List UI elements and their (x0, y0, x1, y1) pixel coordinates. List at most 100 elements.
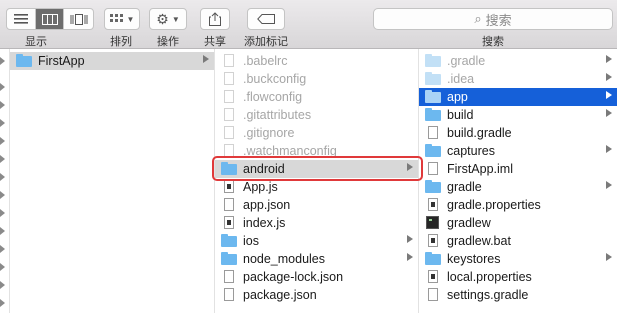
add-tag-button[interactable] (247, 8, 285, 30)
item-name: local.properties (447, 270, 532, 284)
disclosure-arrow-icon (0, 173, 5, 181)
disclosure-arrow-icon (606, 73, 612, 81)
column-view-icon[interactable] (35, 9, 65, 29)
item-name: .idea (447, 72, 475, 86)
chevron-down-icon: ▼ (126, 14, 135, 24)
disclosure-arrow-icon (0, 57, 5, 65)
coverflow-view-icon[interactable] (64, 9, 93, 29)
col3-item[interactable]: local.properties (419, 268, 617, 286)
folder-icon (221, 162, 237, 176)
disclosure-arrow-icon (0, 101, 5, 109)
col3-item[interactable]: gradlew (419, 214, 617, 232)
document-icon (221, 72, 237, 86)
disclosure-arrow-icon (606, 55, 612, 63)
col3-item[interactable]: build (419, 106, 617, 124)
document-icon (221, 144, 237, 158)
col3-item[interactable]: app (419, 88, 617, 106)
disclosure-arrow-icon (0, 209, 5, 217)
disclosure-arrow-icon (407, 235, 413, 243)
disclosure-arrow-icon (0, 137, 5, 145)
folder-icon (425, 108, 441, 122)
disclosure-arrow-icon (0, 227, 5, 235)
column-firstapp: .babelrc .buckconfig .flowconfig .gitattrib… (215, 49, 419, 313)
col3-item[interactable]: captures (419, 142, 617, 160)
share-button[interactable] (200, 8, 230, 30)
folder-icon (425, 180, 441, 194)
script-file-icon (221, 180, 237, 194)
col3-item[interactable]: FirstApp.iml (419, 160, 617, 178)
document-icon (425, 162, 441, 176)
document-icon (221, 198, 237, 212)
item-name: android (243, 162, 285, 176)
col2-item[interactable]: .flowconfig (215, 88, 418, 106)
col3-item[interactable]: .gradle (419, 52, 617, 70)
item-name: settings.gradle (447, 288, 529, 302)
col3-item[interactable]: .idea (419, 70, 617, 88)
item-name: .watchmanconfig (243, 144, 337, 158)
view-label: 显示 (25, 36, 47, 48)
arrange-button[interactable]: ▼ (104, 8, 140, 30)
item-name: .gitignore (243, 126, 295, 140)
disclosure-arrow-icon (0, 191, 5, 199)
disclosure-arrow-icon (606, 253, 612, 261)
col2-item[interactable]: index.js (215, 214, 418, 232)
item-name: .babelrc (243, 54, 288, 68)
col2-item[interactable]: node_modules (215, 250, 418, 268)
col2-item[interactable]: .gitignore (215, 124, 418, 142)
col2-item[interactable]: ios (215, 232, 418, 250)
col3-item[interactable]: build.gradle (419, 124, 617, 142)
col2-item[interactable]: App.js (215, 178, 418, 196)
item-name: FirstApp (38, 54, 85, 68)
folder-icon (221, 252, 237, 266)
col2-item[interactable]: package-lock.json (215, 268, 418, 286)
item-name: FirstApp.iml (447, 162, 513, 176)
col2-item[interactable]: .babelrc (215, 52, 418, 70)
folder-icon (425, 252, 441, 266)
item-name: package-lock.json (243, 270, 344, 284)
col2-item[interactable]: app.json (215, 196, 418, 214)
col2-item[interactable]: package.json (215, 286, 418, 304)
script-file-icon (221, 216, 237, 230)
disclosure-arrow-icon (606, 145, 612, 153)
disclosure-arrow-icon (0, 299, 5, 307)
column-android: .gradle .idea app build build.gradle captures… (419, 49, 617, 313)
parent-column[interactable] (0, 49, 10, 313)
col2-item[interactable]: android (215, 160, 418, 178)
view-mode-control[interactable] (6, 8, 94, 30)
disclosure-arrow-icon (606, 109, 612, 117)
folder-icon (425, 90, 441, 104)
search-placeholder: 搜索 (485, 12, 512, 28)
item-name: App.js (243, 180, 278, 194)
document-icon (221, 270, 237, 284)
item-name: .flowconfig (243, 90, 303, 104)
list-view-icon[interactable] (7, 9, 36, 29)
script-file-icon (425, 270, 441, 284)
folder-icon (425, 144, 441, 158)
disclosure-arrow-icon (606, 91, 612, 99)
disclosure-arrow-icon (407, 253, 413, 261)
action-button[interactable]: ⚙ ▼ (149, 8, 187, 30)
col2-item[interactable]: .buckconfig (215, 70, 418, 88)
script-file-icon (425, 234, 441, 248)
share-icon (209, 12, 221, 26)
col3-item[interactable]: keystores (419, 250, 617, 268)
item-name: build.gradle (447, 126, 512, 140)
col3-item[interactable]: gradle (419, 178, 617, 196)
col2-item[interactable]: .watchmanconfig (215, 142, 418, 160)
search-label: 搜索 (482, 36, 504, 48)
gear-icon: ⚙ (156, 10, 169, 27)
disclosure-arrow-icon (203, 55, 209, 63)
arrange-label: 排列 (110, 36, 132, 48)
folder-icon (221, 234, 237, 248)
col2-item[interactable]: .gitattributes (215, 106, 418, 124)
col3-item[interactable]: gradle.properties (419, 196, 617, 214)
item-name: gradlew.bat (447, 234, 511, 248)
col3-item[interactable]: gradlew.bat (419, 232, 617, 250)
item-name: index.js (243, 216, 286, 230)
col3-item[interactable]: settings.gradle (419, 286, 617, 304)
search-field[interactable]: ⌕ 搜索 (373, 8, 613, 30)
share-label: 共享 (204, 36, 226, 48)
col1-item[interactable]: FirstApp (10, 52, 214, 70)
item-name: .gitattributes (243, 108, 312, 122)
document-icon (425, 288, 441, 302)
